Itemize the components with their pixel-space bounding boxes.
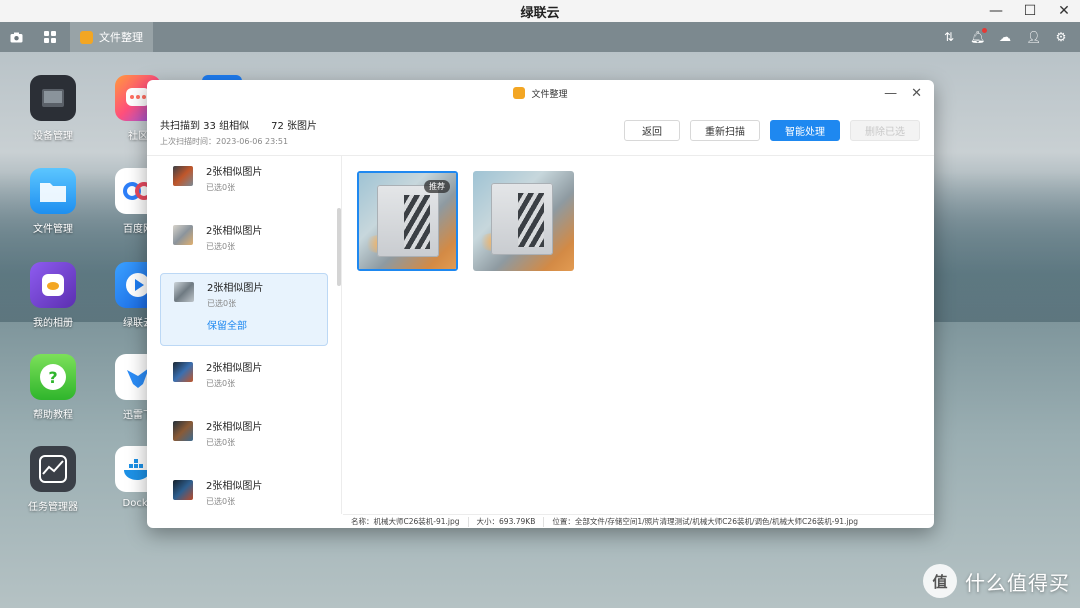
- similar-groups-list: 2张相似图片 已选0张 2张相似图片 已选0张 2张相似图片 已选0张 保留全部…: [147, 156, 342, 514]
- desktop-icon-label: 我的相册: [33, 318, 73, 329]
- smart-process-button[interactable]: 智能处理: [770, 120, 840, 141]
- group-title: 2张相似图片: [206, 481, 263, 492]
- list-item[interactable]: 2张相似图片 已选0张: [160, 217, 328, 269]
- file-organizer-app-icon: [80, 30, 93, 44]
- group-title: 2张相似图片: [206, 422, 263, 433]
- taskbar-tray: ⇅ 🔔︎ ☁ 👤︎ ⚙: [942, 22, 1068, 52]
- file-organizer-window: 文件整理 — ✕ 共扫描到 33 组相似 72 张图片 上次扫描时间：2023-…: [147, 80, 934, 528]
- file-size-info: 大小：693.79KB: [476, 517, 536, 526]
- user-icon[interactable]: 👤︎: [1026, 30, 1041, 44]
- taskbar-item-file-organizer[interactable]: 文件整理: [70, 22, 153, 52]
- window-body: 2张相似图片 已选0张 2张相似图片 已选0张 2张相似图片 已选0张 保留全部…: [147, 156, 934, 527]
- desktop-icon-label: 设备管理: [33, 131, 73, 142]
- minimize-icon[interactable]: —: [988, 3, 1004, 19]
- camera-icon[interactable]: [8, 29, 24, 45]
- image-preview-area: 推荐: [343, 156, 934, 514]
- list-item-selected[interactable]: 2张相似图片 已选0张 保留全部: [160, 273, 328, 346]
- help-icon: ?: [30, 354, 76, 400]
- group-thumbnail: [173, 480, 193, 500]
- settings-icon[interactable]: ⚙: [1054, 30, 1068, 44]
- file-organizer-app-icon: [513, 87, 526, 99]
- group-title: 2张相似图片: [207, 283, 264, 294]
- desktop-icon-file-manager[interactable]: 文件管理: [18, 168, 88, 235]
- taskbar: 文件整理 ⇅ 🔔︎ ☁ 👤︎ ⚙: [0, 22, 1080, 52]
- delete-selected-button[interactable]: 删除已选: [850, 120, 920, 141]
- window-title: 文件整理: [531, 89, 568, 100]
- list-item[interactable]: 2张相似图片 已选0张: [160, 354, 328, 406]
- photo-album-icon: [30, 262, 76, 308]
- group-selected-count: 已选0张: [206, 497, 236, 506]
- window-controls: — ☐ ✕: [988, 0, 1072, 22]
- desktop-icon-label: 帮助教程: [33, 410, 73, 421]
- keep-all-link[interactable]: 保留全部: [207, 317, 247, 332]
- taskbar-item-label: 文件整理: [99, 31, 143, 44]
- desktop-icon-help[interactable]: ? 帮助教程: [18, 354, 88, 421]
- file-location-info: 位置：全部文件/存储空间1/照片清理测试/机械大师C26装机/调色/机械大师C2…: [552, 517, 859, 526]
- group-title: 2张相似图片: [206, 363, 263, 374]
- cloud-sync-icon[interactable]: ☁: [998, 30, 1012, 44]
- maximize-icon[interactable]: ☐: [1022, 3, 1038, 19]
- recommend-badge: 推荐: [424, 180, 450, 193]
- desktop-icon-label: 文件管理: [33, 224, 73, 235]
- group-selected-count: 已选0张: [206, 242, 236, 251]
- desktop-icon-label: 任务管理器: [28, 502, 78, 513]
- pc-case-stripes: [404, 195, 430, 249]
- folder-icon: [30, 168, 76, 214]
- group-thumbnail: [173, 225, 193, 245]
- preview-image-recommended[interactable]: 推荐: [357, 171, 458, 271]
- back-button[interactable]: 返回: [624, 120, 680, 141]
- group-thumbnail: [174, 282, 194, 302]
- notification-bell-icon[interactable]: 🔔︎: [970, 28, 987, 44]
- watermark-text: 什么值得买: [965, 570, 1070, 595]
- desktop-icon-device-manager[interactable]: 设备管理: [18, 75, 88, 142]
- window-controls: — ✕: [884, 80, 922, 106]
- device-manager-icon: [30, 75, 76, 121]
- group-thumbnail: [173, 362, 193, 382]
- notification-dot: [982, 28, 987, 33]
- group-title: 2张相似图片: [206, 226, 263, 237]
- action-buttons: 返回 重新扫描 智能处理 删除已选: [624, 120, 920, 141]
- watermark-logo-icon: 值: [923, 564, 957, 598]
- app-title: 绿联云: [520, 5, 560, 21]
- list-item[interactable]: 2张相似图片 已选0张: [160, 158, 328, 210]
- close-icon[interactable]: ✕: [1056, 3, 1072, 19]
- adjust-icon[interactable]: ⇅: [942, 30, 956, 44]
- file-name-info: 名称：机械大师C26装机-91.jpg: [351, 517, 460, 526]
- task-manager-icon: [30, 446, 76, 492]
- group-selected-count: 已选0张: [206, 379, 236, 388]
- watermark: 值 什么值得买: [923, 564, 1070, 598]
- file-info-statusbar: 名称：机械大师C26装机-91.jpg 大小：693.79KB 位置：全部文件/…: [343, 514, 934, 528]
- window-minimize-icon[interactable]: —: [884, 86, 897, 101]
- group-thumbnail: [173, 166, 193, 186]
- rescan-button[interactable]: 重新扫描: [690, 120, 760, 141]
- list-scrollbar[interactable]: [337, 208, 341, 286]
- group-selected-count: 已选0张: [207, 299, 237, 308]
- svg-text:?: ?: [48, 368, 57, 387]
- preview-image[interactable]: [473, 171, 574, 271]
- group-title: 2张相似图片: [206, 167, 263, 178]
- grid-apps-icon[interactable]: [42, 29, 58, 45]
- group-thumbnail: [173, 421, 193, 441]
- window-close-icon[interactable]: ✕: [911, 86, 922, 101]
- scan-info-bar: 共扫描到 33 组相似 72 张图片 上次扫描时间：2023-06-06 23:…: [147, 106, 934, 156]
- scan-images-count: 72 张图片: [271, 121, 317, 132]
- group-selected-count: 已选0张: [206, 183, 236, 192]
- group-selected-count: 已选0张: [206, 438, 236, 447]
- scan-summary: 共扫描到 33 组相似 72 张图片: [160, 117, 317, 132]
- desktop-icon-task-manager[interactable]: 任务管理器: [18, 446, 88, 513]
- list-item[interactable]: 2张相似图片 已选0张: [160, 472, 328, 514]
- pc-case-stripes: [518, 193, 544, 247]
- scan-groups-count: 共扫描到 33 组相似: [160, 121, 250, 132]
- desktop-icon-photo-album[interactable]: 我的相册: [18, 262, 88, 329]
- app-titlebar: 绿联云 — ☐ ✕: [0, 0, 1080, 22]
- list-item[interactable]: 2张相似图片 已选0张: [160, 413, 328, 465]
- window-header: 文件整理 — ✕: [147, 80, 934, 106]
- last-scan-time: 上次扫描时间：2023-06-06 23:51: [160, 137, 289, 146]
